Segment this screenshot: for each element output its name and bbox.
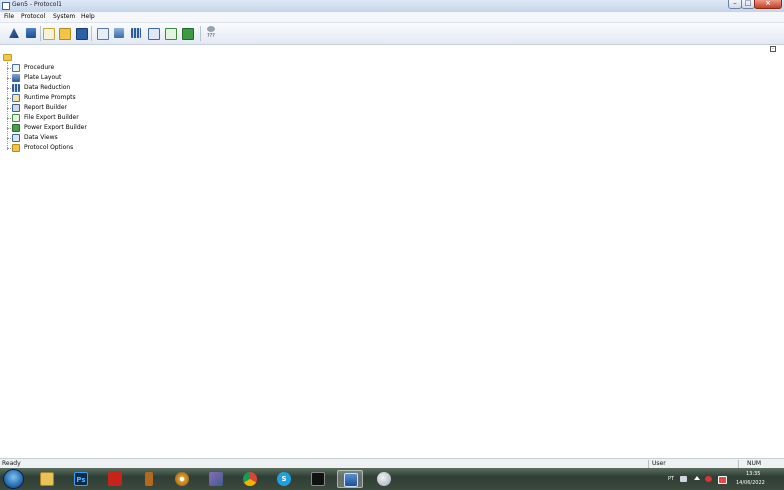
acrobat-icon	[108, 472, 122, 486]
tree-item-label: Protocol Options	[24, 144, 74, 151]
taskbar-chrome[interactable]	[237, 470, 263, 488]
tree-item-label: Procedure	[24, 64, 55, 71]
tree-connector	[7, 62, 8, 150]
flag-icon[interactable]	[718, 476, 727, 484]
power-export-icon	[12, 124, 20, 132]
language-indicator[interactable]: PT	[668, 476, 674, 482]
procedure-icon[interactable]	[95, 26, 109, 40]
excel-export-icon[interactable]	[180, 26, 194, 40]
gen5-icon	[344, 473, 358, 487]
skype-icon: S	[277, 472, 291, 486]
menu-system[interactable]: System	[53, 13, 75, 20]
taskbar-skype[interactable]: S	[271, 470, 297, 488]
file-export-icon	[12, 114, 20, 122]
status-user: User	[652, 460, 666, 467]
keyboard-icon[interactable]	[680, 476, 687, 482]
chrome-icon	[243, 472, 257, 486]
data-views-icon	[12, 134, 20, 142]
taskbar-app9[interactable]	[305, 470, 331, 488]
folder-icon	[40, 472, 54, 486]
status-num: NUM	[747, 460, 762, 467]
app-icon[interactable]	[2, 2, 10, 10]
export-icon[interactable]	[163, 26, 177, 40]
new-protocol-icon[interactable]	[41, 26, 55, 40]
menu-protocol[interactable]: Protocol	[21, 13, 45, 20]
help-label: ???	[207, 33, 215, 39]
taskbar: Ps S PT 13:35 14/06/2022	[0, 468, 784, 490]
menu-bar: File Protocol System Help	[0, 12, 784, 23]
tree-item-label: Data Reduction	[24, 84, 71, 91]
protocol-folder-icon[interactable]	[3, 54, 12, 61]
tree-item-label: Report Builder	[24, 104, 68, 111]
read-plate-icon[interactable]	[24, 26, 38, 40]
tree-item-label: Plate Layout	[24, 74, 62, 81]
show-hidden-icons-icon[interactable]	[694, 476, 700, 480]
report-icon[interactable]	[146, 26, 160, 40]
clock-time[interactable]: 13:35	[746, 471, 760, 477]
disc-icon	[175, 472, 189, 486]
report-builder-icon	[12, 104, 20, 112]
network-icon[interactable]	[705, 476, 712, 482]
toolbar-separator	[91, 26, 92, 41]
taskbar-explorer[interactable]	[34, 470, 60, 488]
title-bar[interactable]: Gen5 - Protocol1 – □ ×	[0, 0, 784, 12]
taskbar-app11[interactable]	[371, 470, 397, 488]
media-icon	[311, 472, 325, 486]
taskbar-gen5[interactable]	[337, 470, 363, 488]
taskbar-app6[interactable]	[203, 470, 229, 488]
minimize-button[interactable]: –	[728, 0, 742, 9]
tree-item-label: Runtime Prompts	[24, 94, 76, 101]
tree-item-label: Data Views	[24, 134, 58, 141]
procedure-icon	[12, 64, 20, 72]
status-divider	[648, 460, 649, 468]
menu-file[interactable]: File	[4, 13, 14, 20]
toolbar-separator	[200, 26, 201, 41]
save-icon[interactable]	[74, 26, 88, 40]
gen5-window: Gen5 - Protocol1 – □ × File Protocol Sys…	[0, 0, 784, 469]
menu-help[interactable]: Help	[81, 13, 95, 20]
taskbar-app5[interactable]	[169, 470, 195, 488]
system-tray: PT 13:35 14/06/2022	[664, 470, 784, 488]
taskbar-acrobat[interactable]	[102, 470, 128, 488]
data-table-icon[interactable]	[129, 26, 143, 40]
open-folder-icon[interactable]	[57, 26, 71, 40]
start-button[interactable]	[3, 469, 24, 489]
shield-icon	[209, 472, 223, 486]
photoshop-icon: Ps	[74, 472, 88, 486]
collapse-button[interactable]: -	[770, 46, 776, 52]
paint-icon	[377, 472, 391, 486]
protocol-tree-panel: - Procedure Plate Layout Data Reduction …	[0, 45, 784, 458]
taskbar-photoshop[interactable]: Ps	[68, 470, 94, 488]
clock-date[interactable]: 14/06/2022	[736, 480, 765, 486]
tree-item-label: File Export Builder	[24, 114, 79, 121]
bottle-icon	[145, 472, 153, 486]
data-reduction-icon	[12, 84, 20, 92]
maximize-button[interactable]: □	[741, 0, 755, 9]
toolbar: ???	[0, 23, 784, 45]
status-text: Ready	[2, 460, 21, 467]
tree-item-label: Power Export Builder	[24, 124, 87, 131]
protocol-options-icon	[12, 144, 20, 152]
taskbar-app4[interactable]	[136, 470, 162, 488]
reader-control-icon[interactable]	[7, 26, 21, 40]
runtime-prompts-icon	[12, 94, 20, 102]
plate-layout-icon	[12, 74, 20, 82]
window-title: Gen5 - Protocol1	[12, 1, 62, 8]
plate-layout-icon[interactable]	[112, 26, 126, 40]
close-button[interactable]: ×	[754, 0, 782, 9]
status-divider	[738, 460, 739, 468]
